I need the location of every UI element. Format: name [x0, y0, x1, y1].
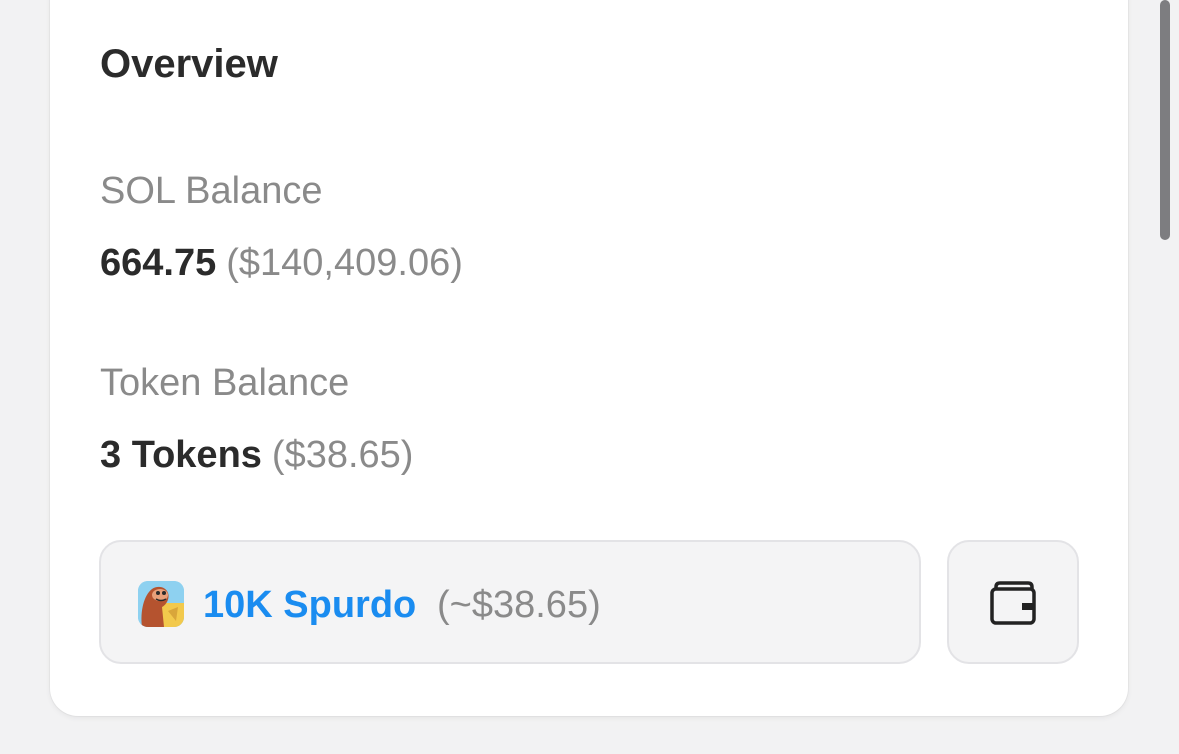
token-balance-value: 3 Tokens ($38.65) [100, 436, 413, 474]
sol-balance-value: 664.75 ($140,409.06) [100, 244, 463, 282]
wallet-icon [989, 580, 1039, 626]
overview-card: Overview SOL Balance 664.75 ($140,409.06)… [50, 0, 1128, 716]
wallet-button[interactable] [947, 540, 1079, 664]
scrollbar[interactable] [1160, 0, 1170, 240]
token-balance-label: Token Balance [100, 362, 350, 404]
token-selector[interactable]: 10K Spurdo (~$38.65) [99, 540, 921, 664]
sol-amount: 664.75 [100, 242, 217, 284]
token-name-link[interactable]: 10K Spurdo [203, 586, 416, 624]
overview-title: Overview [100, 42, 278, 86]
sol-balance-label: SOL Balance [100, 170, 323, 212]
token-value: (~$38.65) [437, 584, 601, 626]
token-usd-value: ($38.65) [271, 434, 414, 476]
sol-usd-value: ($140,409.06) [226, 242, 463, 284]
token-count: 3 Tokens [100, 434, 262, 476]
token-avatar [138, 581, 184, 627]
